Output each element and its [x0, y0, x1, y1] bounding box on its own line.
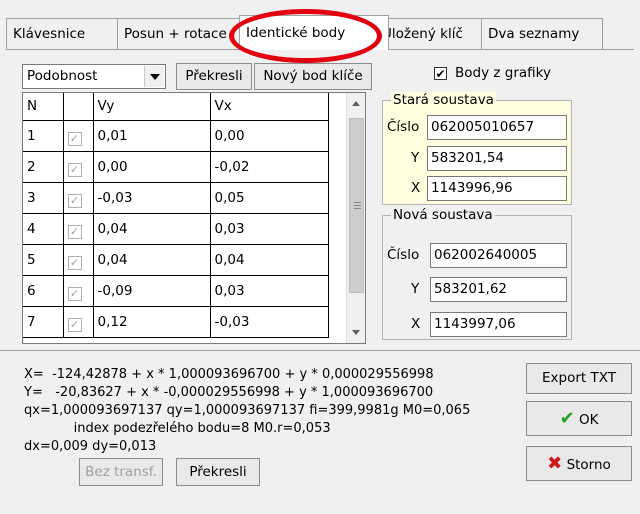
table-row[interactable]: 1 ✓ 0,01 0,00 [23, 120, 329, 152]
cell-vx: -0,02 [210, 151, 329, 183]
row-checkbox[interactable]: ✓ [63, 306, 94, 338]
nova-cislo-label: Číslo [387, 247, 420, 263]
storno-button[interactable]: ✖ Storno [526, 446, 632, 481]
ok-button[interactable]: ✔ OK [526, 401, 632, 436]
check-icon: ✓ [67, 317, 82, 332]
result-line-3: qx=1,000093697137 qy=1,000093697137 fi=3… [24, 403, 471, 418]
points-grid[interactable]: N Vy Vx 1 ✓ 0,01 0,00 2 ✓ 0,00 -0,02 3 ✓… [22, 92, 366, 344]
grid-header: N Vy Vx [23, 93, 329, 121]
check-icon: ✓ [67, 193, 82, 208]
body-z-grafiky-checkbox[interactable]: ✔ [434, 67, 447, 81]
tab-ulozeny-klic[interactable]: Uložený klíč [375, 18, 495, 49]
grip-line [354, 202, 361, 203]
table-row[interactable]: 3 ✓ -0,03 0,05 [23, 182, 329, 214]
stara-soustava-caption: Stará soustava [391, 92, 496, 108]
check-icon: ✓ [67, 255, 82, 270]
check-icon: ✓ [67, 162, 82, 177]
grid-scrollbar[interactable] [346, 93, 365, 343]
cell-vy: -0,09 [93, 275, 211, 307]
method-select-value: Podobnost [27, 68, 98, 84]
row-checkbox[interactable]: ✓ [63, 120, 94, 152]
bez-transf-button[interactable]: Bez transf. [79, 458, 163, 486]
check-icon: ✓ [67, 286, 82, 301]
nova-y-label: Y [411, 281, 420, 297]
cell-vx: 0,05 [210, 182, 329, 214]
table-row[interactable]: 2 ✓ 0,00 -0,02 [23, 151, 329, 183]
cell-vy: 0,12 [93, 306, 211, 338]
nova-y-field[interactable]: 583201,62 [430, 277, 567, 302]
scroll-down-icon[interactable] [352, 330, 360, 335]
cell-n: 3 [23, 182, 64, 214]
storno-label: Storno [566, 457, 611, 473]
row-checkbox[interactable]: ✓ [63, 275, 94, 307]
table-row[interactable]: 5 ✓ 0,04 0,04 [23, 244, 329, 276]
row-checkbox[interactable]: ✓ [63, 151, 94, 183]
col-header-vx: Vx [210, 93, 329, 121]
cell-vx: 0,03 [210, 213, 329, 245]
cell-vy: 0,01 [93, 120, 211, 152]
row-checkbox[interactable]: ✓ [63, 213, 94, 245]
nova-x-label: X [411, 316, 421, 332]
col-header-check [63, 93, 94, 121]
col-header-n: N [23, 93, 64, 121]
close-icon: ✖ [547, 453, 563, 474]
check-icon: ✓ [67, 224, 82, 239]
stara-cislo-field[interactable]: 062005010657 [427, 115, 567, 140]
nova-cislo-field[interactable]: 062002640005 [430, 243, 567, 268]
dropdown-button[interactable] [144, 66, 164, 87]
chevron-down-icon [150, 74, 160, 80]
cell-n: 1 [23, 120, 64, 152]
check-icon: ✓ [67, 131, 82, 146]
cell-n: 7 [23, 306, 64, 338]
body-z-grafiky-label: Body z grafiky [455, 65, 551, 81]
tab-klavesnice[interactable]: Klávesnice [6, 18, 131, 49]
nova-soustava-caption: Nová soustava [391, 207, 495, 223]
result-line-1: X= -124,42878 + x * 1,000093696700 + y *… [24, 367, 434, 382]
method-select[interactable]: Podobnost [22, 64, 166, 89]
scroll-up-icon[interactable] [352, 101, 360, 106]
tab-identicke-body[interactable]: Identické body [239, 15, 389, 50]
row-checkbox[interactable]: ✓ [63, 182, 94, 214]
nova-x-field[interactable]: 1143997,06 [430, 312, 567, 337]
result-line-4: index podezřelého bodu=8 M0.r=0,053 [24, 421, 331, 436]
novy-bod-button[interactable]: Nový bod klíče [254, 63, 372, 90]
export-txt-button[interactable]: Export TXT [526, 363, 632, 394]
stara-y-label: Y [411, 150, 420, 166]
stara-x-field[interactable]: 1143996,96 [427, 176, 567, 201]
cell-vy: 0,04 [93, 244, 211, 276]
table-row[interactable]: 4 ✓ 0,04 0,03 [23, 213, 329, 245]
row-checkbox[interactable]: ✓ [63, 244, 94, 276]
scroll-thumb[interactable] [349, 118, 364, 293]
check-icon: ✔ [559, 408, 575, 429]
cell-vx: -0,03 [210, 306, 329, 338]
tab-dva-seznamy[interactable]: Dva seznamy [481, 18, 603, 49]
ok-label: OK [578, 412, 599, 428]
result-line-2: Y= -20,83627 + x * -0,000029556998 + y *… [24, 385, 434, 400]
cell-vx: 0,03 [210, 275, 329, 307]
stara-x-label: X [411, 180, 421, 196]
cell-vx: 0,04 [210, 244, 329, 276]
table-row[interactable]: 7 ✓ 0,12 -0,03 [23, 306, 329, 338]
stara-cislo-label: Číslo [387, 119, 420, 135]
table-row[interactable]: 6 ✓ -0,09 0,03 [23, 275, 329, 307]
tab-posun-rotace[interactable]: Posun + rotace [117, 18, 251, 49]
stara-y-field[interactable]: 583201,54 [427, 146, 567, 171]
cell-vy: -0,03 [93, 182, 211, 214]
prekresli-top-button[interactable]: Překresli [176, 63, 252, 90]
cell-n: 4 [23, 213, 64, 245]
grip-line [354, 208, 361, 209]
prekresli-bottom-button[interactable]: Překresli [176, 458, 260, 486]
cell-n: 5 [23, 244, 64, 276]
cell-n: 6 [23, 275, 64, 307]
section-divider [0, 350, 640, 351]
cell-n: 2 [23, 151, 64, 183]
col-header-vy: Vy [93, 93, 211, 121]
cell-vy: 0,04 [93, 213, 211, 245]
result-line-5: dx=0,009 dy=0,013 [24, 439, 157, 454]
cell-vx: 0,00 [210, 120, 329, 152]
cell-vy: 0,00 [93, 151, 211, 183]
grip-line [354, 205, 361, 206]
tab-strip: Klávesnice Posun + rotace Identické body… [6, 15, 634, 50]
